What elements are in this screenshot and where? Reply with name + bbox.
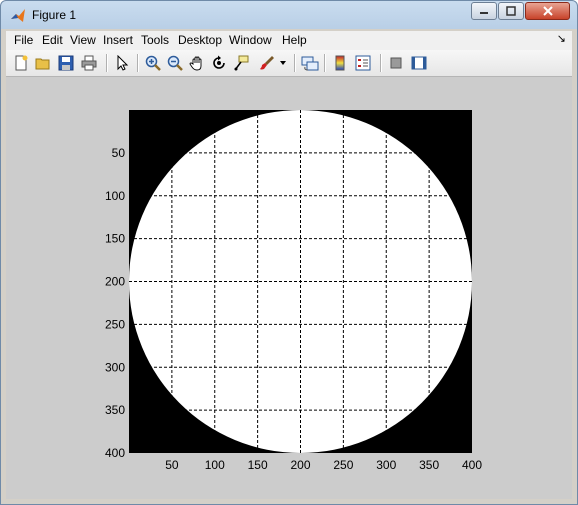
title-bar[interactable]: Figure 1 — [1, 1, 577, 29]
window-title: Figure 1 — [32, 8, 77, 22]
figure-window: Figure 1 File Edit View Insert Tools Des… — [0, 0, 578, 505]
x-tick-label: 400 — [462, 458, 482, 472]
menu-view[interactable]: View — [70, 33, 96, 47]
pan-icon[interactable] — [187, 53, 207, 73]
new-figure-icon[interactable] — [11, 53, 31, 73]
minimize-button[interactable] — [471, 2, 497, 20]
image-axes[interactable]: 50 100 150 200 250 300 350 400 50 100 150 200 250 300… — [6, 77, 572, 499]
y-tick-label: 100 — [105, 189, 125, 203]
link-plot-icon[interactable] — [300, 53, 320, 73]
y-tick-label: 50 — [112, 146, 126, 160]
open-file-icon[interactable] — [33, 53, 53, 73]
y-tick-label: 200 — [105, 275, 125, 289]
maximize-icon — [506, 6, 516, 16]
y-tick-label: 350 — [105, 403, 125, 417]
menu-edit[interactable]: Edit — [42, 33, 63, 47]
y-tick-label: 150 — [105, 232, 125, 246]
y-tick-label: 250 — [105, 317, 125, 331]
save-icon[interactable] — [56, 53, 76, 73]
menu-help[interactable]: Help — [282, 33, 307, 47]
toolbar-separator — [137, 54, 139, 72]
brush-icon[interactable] — [257, 53, 277, 73]
x-tick-label: 50 — [165, 458, 179, 472]
x-tick-label: 350 — [419, 458, 439, 472]
close-icon — [542, 6, 553, 16]
x-tick-label: 250 — [333, 458, 353, 472]
x-tick-label: 100 — [205, 458, 225, 472]
y-tick-label: 400 — [105, 446, 125, 460]
matlab-logo-icon — [11, 9, 25, 22]
menu-window[interactable]: Window — [229, 33, 272, 47]
show-plot-tools-icon[interactable] — [409, 53, 429, 73]
x-tick-label: 300 — [376, 458, 396, 472]
toolbar-separator — [324, 54, 326, 72]
close-button[interactable] — [525, 2, 570, 20]
x-tick-label: 150 — [248, 458, 268, 472]
menu-bar: File Edit View Insert Tools Desktop Wind… — [6, 31, 572, 50]
zoom-out-icon[interactable] — [165, 53, 185, 73]
print-icon[interactable] — [79, 53, 99, 73]
menu-file[interactable]: File — [14, 33, 33, 47]
hide-plot-tools-icon[interactable] — [386, 53, 406, 73]
menu-tools[interactable]: Tools — [141, 33, 169, 47]
rotate-3d-icon[interactable] — [209, 53, 229, 73]
x-tick-label: 200 — [290, 458, 310, 472]
zoom-in-icon[interactable] — [143, 53, 163, 73]
dock-arrow-icon[interactable]: ↘ — [557, 32, 566, 45]
toolbar-separator — [106, 54, 108, 72]
y-tick-label: 300 — [105, 360, 125, 374]
menu-desktop[interactable]: Desktop — [178, 33, 222, 47]
menu-insert[interactable]: Insert — [103, 33, 133, 47]
data-cursor-icon[interactable] — [231, 53, 251, 73]
toolbar-separator — [294, 54, 296, 72]
legend-icon[interactable] — [353, 53, 373, 73]
maximize-button[interactable] — [498, 2, 524, 20]
colorbar-icon[interactable] — [330, 53, 350, 73]
figure-canvas[interactable]: 50 100 150 200 250 300 350 400 50 100 150 200 250 300… — [6, 77, 572, 499]
figure-toolbar — [6, 50, 572, 77]
pointer-icon[interactable] — [112, 53, 132, 73]
toolbar-separator — [380, 54, 382, 72]
minimize-icon — [480, 12, 488, 14]
brush-dropdown-icon[interactable] — [277, 53, 289, 73]
